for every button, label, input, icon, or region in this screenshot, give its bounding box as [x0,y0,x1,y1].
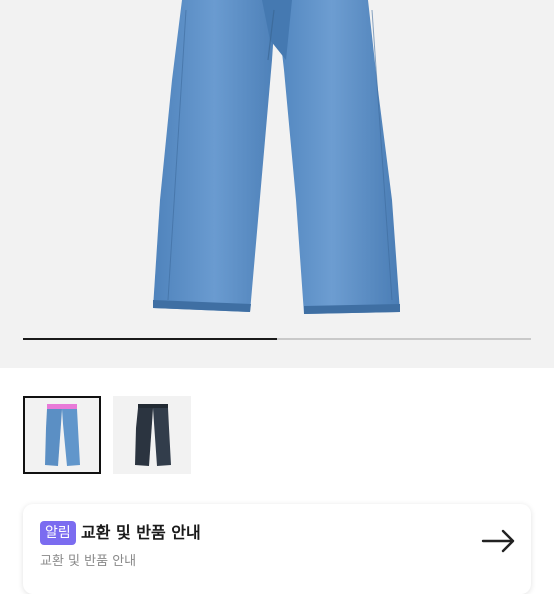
gallery-progress-bar [23,338,531,340]
jeans-dark-wash-icon [135,404,171,466]
notice-title: 교환 및 반품 안내 [81,523,201,542]
thumbnail-light-wash[interactable] [23,396,101,474]
thumbnail-dark-wash[interactable] [113,396,191,474]
arrow-right-icon[interactable] [481,528,517,554]
jeans-light-wash-icon [45,404,80,466]
product-image-gallery[interactable] [0,0,554,368]
thumbnail-list [23,396,191,474]
exchange-return-notice[interactable]: 알림 교환 및 반품 안내 교환 및 반품 안내 [23,504,531,594]
gallery-progress-fill [23,338,277,340]
jeans-light-wash-icon [153,0,400,314]
notice-subtitle: 교환 및 반품 안내 [40,554,137,569]
notice-badge: 알림 [40,521,76,545]
